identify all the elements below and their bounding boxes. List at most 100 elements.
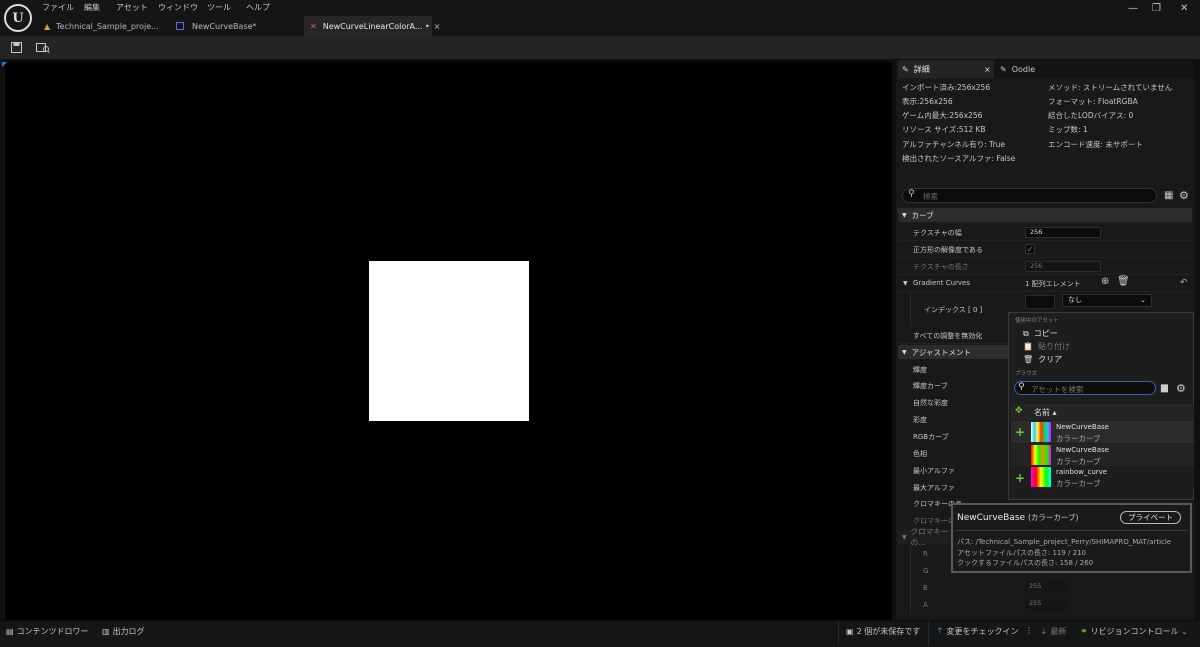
menu-window[interactable]: ウィンドウ bbox=[158, 2, 198, 13]
paste-menu-item[interactable]: 📋 貼り付け bbox=[1023, 341, 1070, 352]
row-divider bbox=[898, 257, 1192, 258]
tab-close-icon[interactable]: × bbox=[434, 22, 441, 31]
section-current-asset: 使用中のアセット bbox=[1015, 318, 1059, 324]
info-method: メソッド: ストリームされていません bbox=[1048, 83, 1173, 92]
info-format: フォーマット: FloatRGBA bbox=[1048, 97, 1138, 106]
curve-thumbnail[interactable] bbox=[1025, 295, 1055, 309]
settings-gear-icon[interactable]: ⚙ bbox=[1179, 189, 1189, 202]
settings-gear-icon[interactable]: ⚙ bbox=[1176, 382, 1186, 395]
asset-type: カラーカーブ bbox=[1056, 479, 1101, 488]
adjust-rgb-curve-label: RGBカーブ bbox=[913, 433, 949, 441]
tooltip-asset-path-length: アセットファイルパスの長さ: 119 / 210 bbox=[957, 549, 1086, 557]
tooltip-asset-type: (カラーカーブ) bbox=[1027, 513, 1079, 522]
row-divider bbox=[898, 274, 1192, 275]
name-column-header[interactable]: 名前 ▴ bbox=[1034, 407, 1057, 418]
paste-icon: 📋 bbox=[1023, 342, 1033, 351]
tab-technical-sample[interactable]: ▲ Technical_Sample_proje... bbox=[38, 16, 168, 36]
browse-folder-icon bbox=[36, 42, 50, 53]
add-element-icon[interactable]: ⊕ bbox=[1101, 276, 1109, 287]
menu-file[interactable]: ファイル bbox=[42, 2, 74, 13]
asset-search-input[interactable]: ⚲ アセットを検索 bbox=[1014, 381, 1156, 395]
collapse-arrow-icon: ▼ bbox=[902, 533, 907, 541]
copy-label: コピー bbox=[1033, 329, 1058, 338]
chroma-r-label: R bbox=[923, 550, 928, 558]
tab-label: Oodle bbox=[1011, 64, 1036, 74]
tab-oodle[interactable]: ✎ Oodle bbox=[1000, 60, 1080, 78]
grid-view-icon[interactable]: ▦ bbox=[1164, 190, 1173, 201]
indent-guide bbox=[910, 545, 911, 615]
details-search-input[interactable]: ⚲ 検索 bbox=[902, 188, 1157, 203]
reset-arrow-icon[interactable]: ↶ bbox=[1180, 278, 1188, 288]
output-log-icon: ▥ bbox=[102, 627, 110, 636]
texture-height-label: テクスチャの長さ bbox=[913, 263, 969, 271]
column-label: 名前 bbox=[1034, 408, 1050, 417]
curve-thumbnail-icon bbox=[1031, 445, 1051, 465]
menu-edit[interactable]: 編集 bbox=[84, 2, 100, 13]
details-scrollbar[interactable] bbox=[1194, 60, 1200, 620]
menu-asset[interactable]: アセット bbox=[116, 2, 148, 13]
tooltip-asset-name: NewCurveBase bbox=[957, 513, 1026, 523]
category-label: カーブ bbox=[911, 210, 934, 220]
add-asset-icon[interactable]: + bbox=[1015, 425, 1025, 439]
revision-control-icon: ⚭ bbox=[1080, 626, 1088, 637]
output-log-button[interactable]: ▥ 出力ログ bbox=[102, 626, 145, 637]
revision-control-button[interactable]: ⚭ リビジョンコントロール ⌄ bbox=[1080, 626, 1187, 637]
search-icon: ⚲ bbox=[908, 189, 915, 199]
search-placeholder: 検索 bbox=[923, 192, 938, 201]
tab-newcurvebase[interactable]: NewCurveBase* bbox=[170, 16, 302, 36]
texture-width-field[interactable]: 256 bbox=[1025, 227, 1101, 238]
copy-menu-item[interactable]: ⧉ コピー bbox=[1023, 328, 1058, 339]
tooltip-cook-path-length: クックするファイルパスの長さ: 158 / 260 bbox=[957, 559, 1094, 567]
asset-type-filter-icon[interactable]: ✥ bbox=[1015, 406, 1023, 416]
index-0-label: インデックス [ 0 ] bbox=[924, 306, 983, 314]
info-displayed: 表示:256x256 bbox=[902, 97, 953, 106]
asset-type: カラーカーブ bbox=[1056, 457, 1101, 466]
tab-details[interactable]: ✎ 詳細 × bbox=[898, 60, 994, 78]
check-in-button[interactable]: ⇡ 変更をチェックイン bbox=[936, 626, 1019, 637]
sync-arrow-icon: ⇣ bbox=[1040, 626, 1048, 637]
combo-value: なし bbox=[1068, 296, 1082, 304]
tooltip-path: パス: /Technical_Sample_project_Perry/SHIM… bbox=[957, 538, 1172, 546]
asset-name: rainbow_curve bbox=[1056, 468, 1108, 476]
chroma-b-field: 255 bbox=[1025, 582, 1067, 593]
category-curve[interactable]: ▼ カーブ bbox=[898, 208, 1192, 222]
save-button[interactable] bbox=[8, 39, 24, 55]
content-drawer-button[interactable]: ▤ コンテンツドロワー bbox=[6, 626, 89, 637]
viewport-corner-marker bbox=[2, 62, 7, 67]
delete-element-icon[interactable]: 🗑 bbox=[1117, 276, 1130, 287]
sync-latest-label: 最新 bbox=[1050, 627, 1067, 636]
unsaved-icon: ▣ bbox=[846, 627, 854, 636]
expand-arrow-icon[interactable]: ▼ bbox=[903, 280, 908, 287]
browse-asset-button[interactable] bbox=[35, 39, 51, 55]
clear-menu-item[interactable]: 🗑 クリア bbox=[1023, 354, 1062, 365]
tab-newcurvelinearcolor[interactable]: ✕ NewCurveLinearColorA... • × bbox=[304, 16, 440, 36]
adjust-max-alpha-label: 最大アルファ bbox=[913, 484, 955, 492]
tab-label: Technical_Sample_proje... bbox=[56, 21, 159, 31]
curve-thumbnail-icon bbox=[1031, 467, 1051, 487]
toolbar bbox=[0, 36, 1200, 60]
chroma-g-label: G bbox=[923, 567, 929, 575]
add-asset-icon[interactable]: + bbox=[1015, 471, 1025, 485]
unsaved-button[interactable]: ▣ 2 個が未保存です bbox=[846, 626, 920, 637]
close-window-icon[interactable]: ✕ bbox=[1180, 3, 1188, 14]
unreal-logo-icon[interactable]: U bbox=[4, 4, 32, 32]
asset-combo-box[interactable]: なし ⌄ bbox=[1062, 294, 1152, 307]
category-adjustments[interactable]: ▼ アジャストメント bbox=[898, 345, 1008, 359]
square-resolution-checkbox[interactable]: ✓ bbox=[1025, 244, 1035, 254]
folder-icon[interactable]: ▆ bbox=[1161, 383, 1168, 393]
menu-tools[interactable]: ツール bbox=[207, 2, 231, 13]
search-icon: ⚲ bbox=[1018, 382, 1025, 392]
sync-latest-button[interactable]: ⇣ 最新 bbox=[1040, 626, 1067, 637]
maximize-icon[interactable]: ❐ bbox=[1152, 3, 1161, 14]
status-bar bbox=[0, 621, 1200, 647]
unsaved-label: 2 個が未保存です bbox=[856, 627, 921, 636]
tab-label: NewCurveBase* bbox=[192, 21, 257, 31]
chroma-b-label: B bbox=[923, 584, 928, 592]
adjust-hue-label: 色相 bbox=[913, 450, 927, 458]
menu-help[interactable]: ヘルプ bbox=[246, 2, 270, 13]
tab-close-icon[interactable]: × bbox=[984, 65, 991, 74]
private-badge: プライベート bbox=[1120, 511, 1181, 524]
category-chroma-key[interactable]: ▼ クロマキーの... bbox=[898, 527, 958, 547]
more-options-icon[interactable]: ⋮ bbox=[1025, 626, 1033, 635]
minimize-icon[interactable]: — bbox=[1128, 3, 1138, 14]
